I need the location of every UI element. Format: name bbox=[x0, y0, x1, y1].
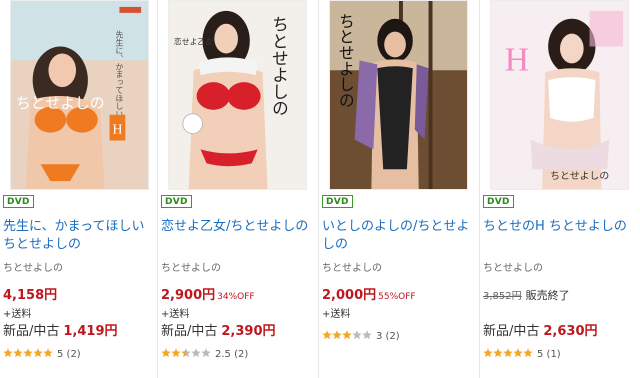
star-icon bbox=[171, 348, 181, 358]
star-icon bbox=[23, 348, 33, 358]
star-icon bbox=[483, 348, 493, 358]
product-title-link[interactable]: 恋せよ乙女/ちとせよしの bbox=[161, 218, 311, 256]
rating-text: 5 (1) bbox=[537, 349, 561, 360]
product-card[interactable]: 先生に、かまってほしい H ちとせよしの DVD 先生に、かまってほしいちとせよ… bbox=[0, 0, 158, 378]
star-icon bbox=[3, 348, 13, 358]
star-rating-icon bbox=[483, 348, 533, 360]
price-row: 3,852円 販売終了 bbox=[483, 284, 570, 303]
product-title-link[interactable]: いとしのよしの/ちとせよしの bbox=[322, 218, 472, 256]
price-row: 2,900円 34%OFF bbox=[161, 284, 255, 303]
format-badge: DVD bbox=[3, 195, 34, 208]
sales-ended-label: 販売終了 bbox=[525, 289, 570, 302]
used-label: 新品/中古 bbox=[3, 324, 60, 339]
price: 2,900円 bbox=[161, 288, 216, 303]
cover-text: ちとせよしの bbox=[16, 95, 105, 112]
product-card[interactable]: 恋せよ乙女 ちとせよしの DVD 恋せよ乙女/ちとせよしの ちとせよしの 2,9… bbox=[158, 0, 319, 378]
product-title-link[interactable]: 先生に、かまってほしいちとせよしの bbox=[3, 218, 153, 256]
star-icon bbox=[513, 348, 523, 358]
format-badge: DVD bbox=[483, 195, 514, 208]
product-cover-image[interactable]: ちとせよしの bbox=[329, 0, 468, 190]
star-icon bbox=[493, 348, 503, 358]
star-rating-icon bbox=[322, 330, 372, 342]
star-icon bbox=[342, 330, 352, 340]
product-card[interactable]: ちとせよしの DVD いとしのよしの/ちとせよしの ちとせよしの 2,000円 5… bbox=[319, 0, 480, 378]
product-cover-image[interactable]: H ちとせよしの bbox=[490, 0, 629, 190]
product-cover-image[interactable]: 先生に、かまってほしい H ちとせよしの bbox=[10, 0, 149, 190]
star-icon bbox=[322, 330, 332, 340]
used-price: 2,630円 bbox=[543, 324, 598, 339]
star-icon bbox=[201, 348, 211, 358]
star-icon bbox=[191, 348, 201, 358]
rating-text: 3 (2) bbox=[376, 331, 400, 342]
rating-text: 5 (2) bbox=[57, 349, 81, 360]
used-price: 2,390円 bbox=[221, 324, 276, 339]
rating: 5 (2) bbox=[3, 348, 81, 360]
artist-name: ちとせよしの bbox=[161, 263, 221, 274]
used-price-row[interactable]: 新品/中古 1,419円 bbox=[3, 320, 118, 339]
star-icon bbox=[181, 348, 191, 358]
product-title-link[interactable]: ちとせのH ちとせよしの bbox=[483, 218, 633, 256]
used-label: 新品/中古 bbox=[161, 324, 218, 339]
shipping-note: +送料 bbox=[3, 309, 32, 320]
svg-text:H: H bbox=[505, 41, 529, 78]
star-icon bbox=[523, 348, 533, 358]
rating-text: 2.5 (2) bbox=[215, 349, 249, 360]
artist-name: ちとせよしの bbox=[322, 263, 382, 274]
artist-name: ちとせよしの bbox=[483, 263, 543, 274]
product-cover-image[interactable]: 恋せよ乙女 ちとせよしの bbox=[168, 0, 307, 190]
old-price: 3,852円 bbox=[483, 291, 522, 302]
star-icon bbox=[352, 330, 362, 340]
star-rating-icon bbox=[161, 348, 211, 360]
star-icon bbox=[161, 348, 171, 358]
star-rating-icon bbox=[3, 348, 53, 360]
used-price-row[interactable]: 新品/中古 2,390円 bbox=[161, 320, 276, 339]
cover-text: 先生に、かまってほしい bbox=[115, 30, 124, 118]
shipping-note: +送料 bbox=[322, 309, 351, 320]
cover-text: ちとせよしの bbox=[269, 16, 289, 117]
price-row: 4,158円 bbox=[3, 284, 57, 303]
price: 2,000円 bbox=[322, 288, 377, 303]
star-icon bbox=[332, 330, 342, 340]
rating: 2.5 (2) bbox=[161, 348, 248, 360]
price-row: 2,000円 55%OFF bbox=[322, 284, 416, 303]
rating: 3 (2) bbox=[322, 330, 400, 342]
used-label: 新品/中古 bbox=[483, 324, 540, 339]
discount-label: 34%OFF bbox=[217, 292, 255, 302]
product-card[interactable]: H ちとせよしの DVD ちとせのH ちとせよしの ちとせよしの 3,852円販… bbox=[480, 0, 640, 378]
star-icon bbox=[362, 330, 372, 340]
cover-text: 恋せよ乙女 bbox=[174, 37, 213, 47]
product-grid: 先生に、かまってほしい H ちとせよしの DVD 先生に、かまってほしいちとせよ… bbox=[0, 0, 640, 378]
used-price-row[interactable]: 新品/中古 2,630円 bbox=[483, 320, 598, 339]
price: 4,158円 bbox=[3, 288, 58, 303]
cover-text: ちとせよしの bbox=[550, 170, 609, 182]
star-icon bbox=[13, 348, 23, 358]
format-badge: DVD bbox=[161, 195, 192, 208]
star-icon bbox=[503, 348, 513, 358]
format-badge: DVD bbox=[322, 195, 353, 208]
star-icon bbox=[43, 348, 53, 358]
cover-text: ちとせよしの bbox=[336, 13, 355, 108]
used-price: 1,419円 bbox=[63, 324, 118, 339]
artist-name: ちとせよしの bbox=[3, 263, 63, 274]
star-icon bbox=[33, 348, 43, 358]
svg-text:H: H bbox=[113, 122, 123, 137]
shipping-note: +送料 bbox=[161, 309, 190, 320]
rating: 5 (1) bbox=[483, 348, 561, 360]
discount-label: 55%OFF bbox=[378, 292, 416, 302]
